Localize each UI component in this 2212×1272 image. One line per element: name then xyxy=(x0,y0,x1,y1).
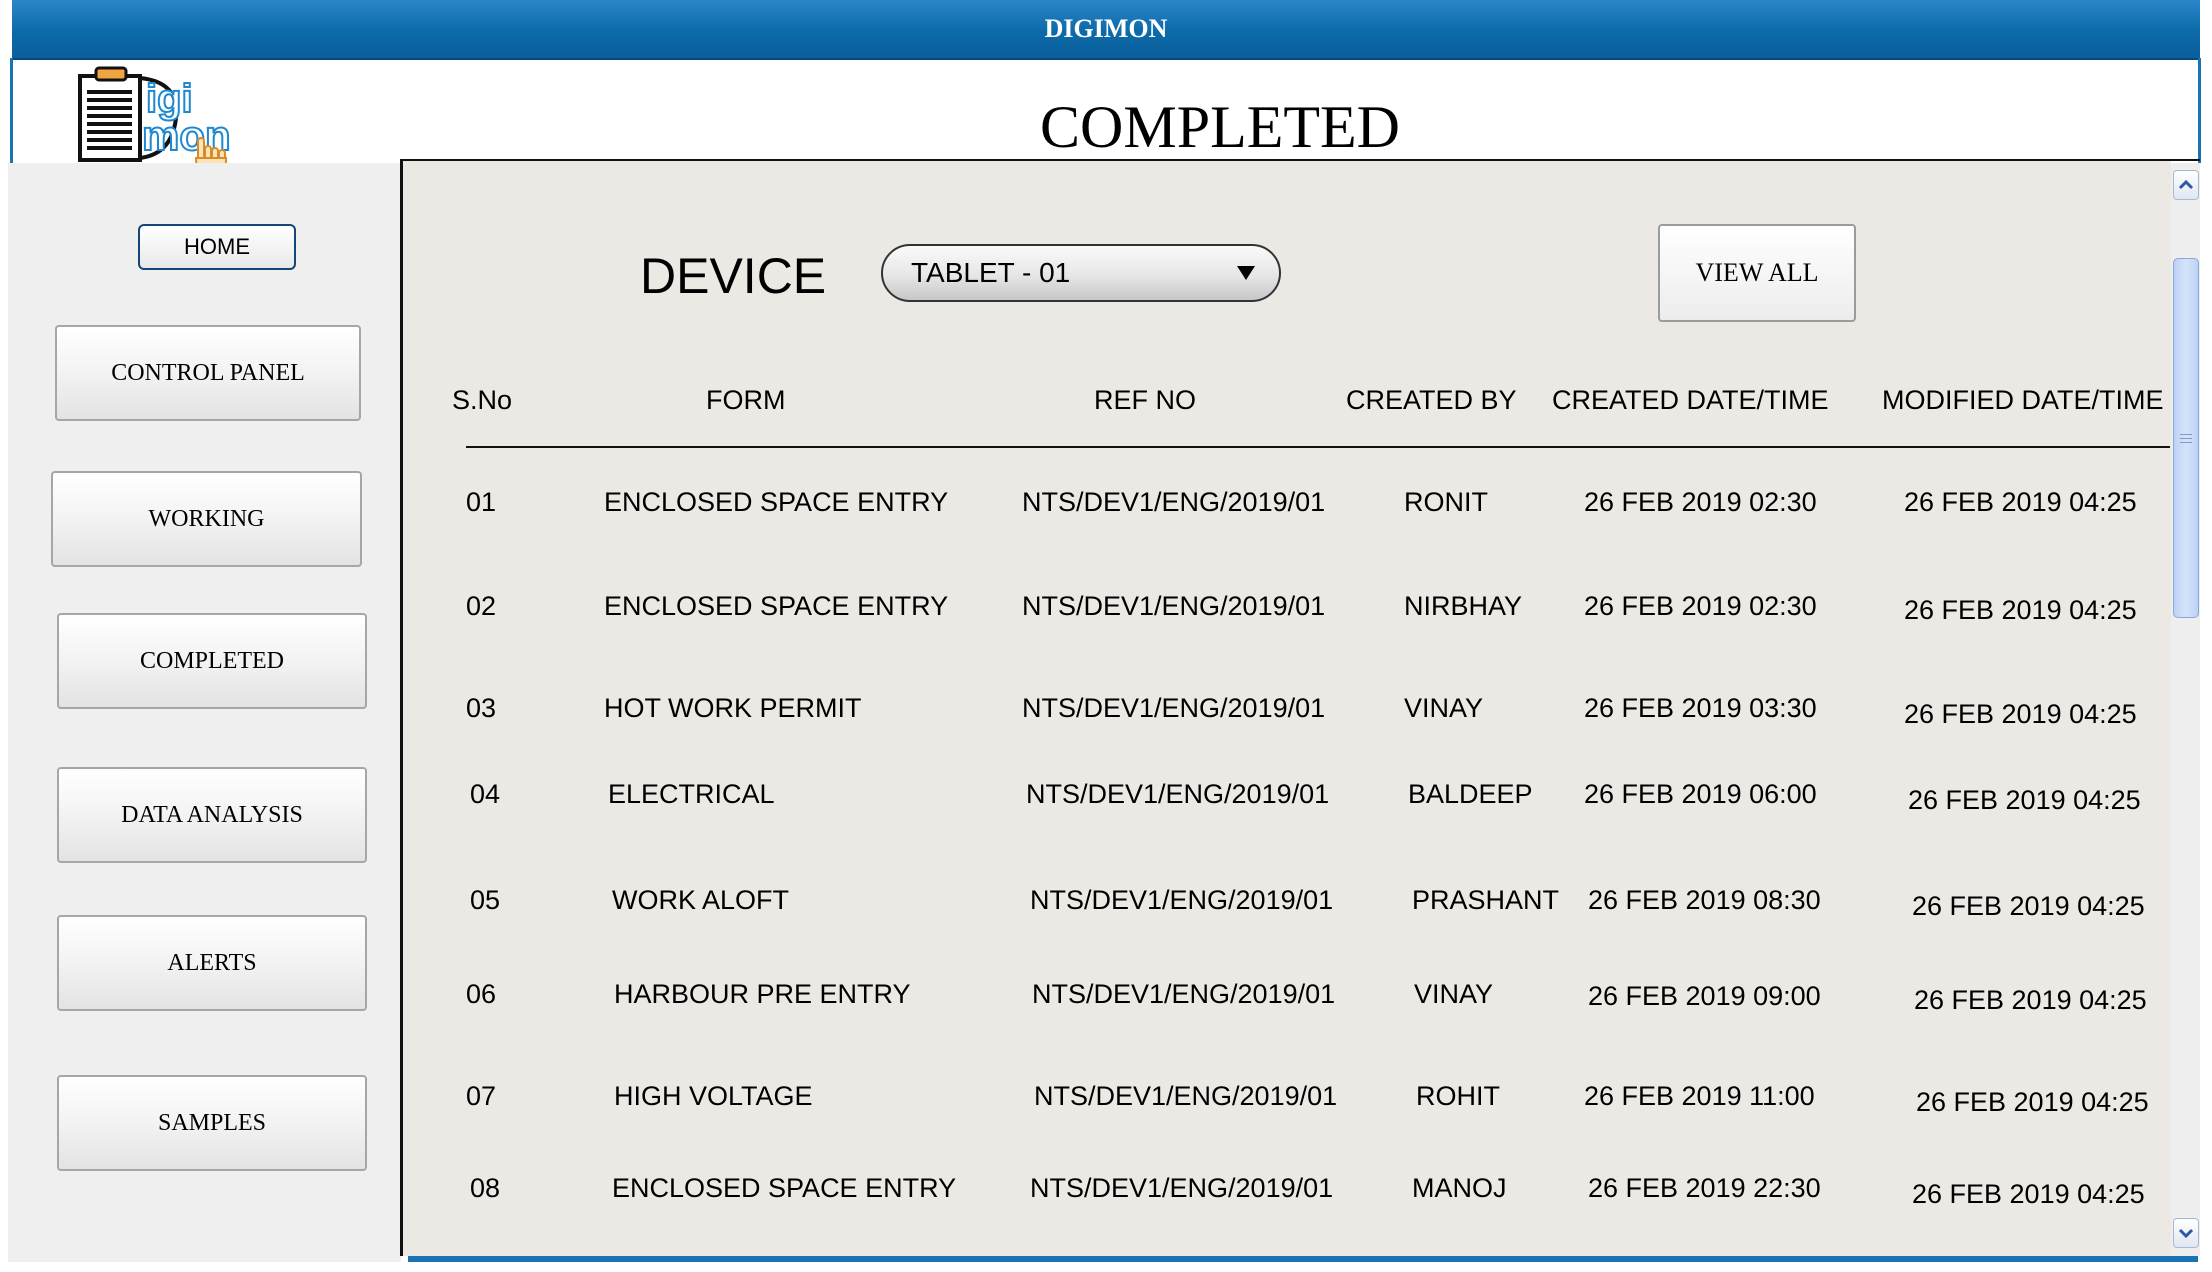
cell-modified-date: 26 FEB 2019 04:25 xyxy=(1912,891,2145,921)
cell-created-by: MANOJ xyxy=(1412,1173,1507,1203)
scrollbar-grip xyxy=(2180,438,2192,439)
cell-created-date: 26 FEB 2019 06:00 xyxy=(1584,779,1817,809)
header-divider xyxy=(466,446,2170,448)
cell-ref-no: NTS/DEV1/ENG/2019/01 xyxy=(1034,1081,1338,1111)
cell-sno: 05 xyxy=(470,885,501,915)
cell-created-date: 26 FEB 2019 22:30 xyxy=(1588,1173,1821,1203)
sidebar-item-control-panel[interactable]: CONTROL PANEL xyxy=(55,325,361,421)
cell-form: HARBOUR PRE ENTRY xyxy=(614,979,911,1009)
cell-created-by: RONIT xyxy=(1404,487,1488,517)
device-label: DEVICE xyxy=(640,248,827,304)
cell-created-date: 26 FEB 2019 02:30 xyxy=(1584,487,1817,517)
cell-sno: 03 xyxy=(466,693,497,723)
column-header-sno: S.No xyxy=(452,385,513,415)
view-all-button[interactable]: VIEW ALL xyxy=(1658,224,1856,322)
cell-created-by: ROHIT xyxy=(1416,1081,1500,1111)
cell-created-date: 26 FEB 2019 11:00 xyxy=(1584,1081,1815,1111)
sidebar-item-completed[interactable]: COMPLETED xyxy=(57,613,367,709)
column-header-modified-date: MODIFIED DATE/TIME xyxy=(1882,385,2164,415)
cell-created-date: 26 FEB 2019 02:30 xyxy=(1584,591,1817,621)
cell-ref-no: NTS/DEV1/ENG/2019/01 xyxy=(1030,885,1334,915)
caret-down-icon xyxy=(1237,266,1255,280)
cell-modified-date: 26 FEB 2019 04:25 xyxy=(1904,487,2137,517)
cell-modified-date: 26 FEB 2019 04:25 xyxy=(1914,985,2147,1015)
home-button[interactable]: HOME xyxy=(138,224,296,270)
scroll-up-button[interactable] xyxy=(2173,170,2199,200)
device-dropdown[interactable]: TABLET - 01 xyxy=(881,244,1281,302)
cell-ref-no: NTS/DEV1/ENG/2019/01 xyxy=(1022,487,1326,517)
cell-modified-date: 26 FEB 2019 04:25 xyxy=(1908,785,2141,815)
cell-created-date: 26 FEB 2019 08:30 xyxy=(1588,885,1821,915)
cell-sno: 08 xyxy=(470,1173,501,1203)
cell-created-by: VINAY xyxy=(1414,979,1494,1009)
cell-form: HIGH VOLTAGE xyxy=(614,1081,813,1111)
cell-ref-no: NTS/DEV1/ENG/2019/01 xyxy=(1030,1173,1334,1203)
chevron-down-icon xyxy=(2178,1228,2194,1239)
cell-ref-no: NTS/DEV1/ENG/2019/01 xyxy=(1022,591,1326,621)
cell-modified-date: 26 FEB 2019 04:25 xyxy=(1916,1087,2149,1117)
cell-modified-date: 26 FEB 2019 04:25 xyxy=(1912,1179,2145,1209)
cell-sno: 06 xyxy=(466,979,497,1009)
column-header-ref-no: REF NO xyxy=(1094,385,1197,415)
cell-form: ELECTRICAL xyxy=(608,779,775,809)
main-panel-bottom-bar xyxy=(408,1256,2198,1262)
chevron-up-icon xyxy=(2178,179,2194,190)
page-title: COMPLETED xyxy=(1040,94,1400,160)
cell-created-by: BALDEEP xyxy=(1408,779,1533,809)
cell-form: ENCLOSED SPACE ENTRY xyxy=(612,1173,957,1203)
scrollbar-grip xyxy=(2180,434,2192,435)
cell-created-date: 26 FEB 2019 09:00 xyxy=(1588,981,1821,1011)
scroll-down-button[interactable] xyxy=(2173,1218,2199,1248)
main-panel-top-border xyxy=(400,159,2200,161)
cell-sno: 04 xyxy=(470,779,501,809)
cell-sno: 01 xyxy=(466,487,497,517)
device-dropdown-value: TABLET - 01 xyxy=(911,257,1071,288)
column-header-created-date: CREATED DATE/TIME xyxy=(1552,385,1829,415)
cell-modified-date: 26 FEB 2019 04:25 xyxy=(1904,595,2137,625)
sidebar-item-data-analysis[interactable]: DATA ANALYSIS xyxy=(57,767,367,863)
cell-form: HOT WORK PERMIT xyxy=(604,693,862,723)
window-edge-right xyxy=(2198,58,2201,163)
cell-ref-no: NTS/DEV1/ENG/2019/01 xyxy=(1032,979,1336,1009)
cell-form: WORK ALOFT xyxy=(612,885,790,915)
main-panel-left-border xyxy=(400,161,403,1256)
column-header-created-by: CREATED BY xyxy=(1346,385,1517,415)
column-header-form: FORM xyxy=(706,385,786,415)
app-title: DIGIMON xyxy=(1044,14,1168,43)
cell-sno: 07 xyxy=(466,1081,497,1111)
cell-sno: 02 xyxy=(466,591,497,621)
cell-form: ENCLOSED SPACE ENTRY xyxy=(604,487,949,517)
cell-created-date: 26 FEB 2019 03:30 xyxy=(1584,693,1817,723)
sidebar-item-samples[interactable]: SAMPLES xyxy=(57,1075,367,1171)
sidebar-item-working[interactable]: WORKING xyxy=(51,471,362,567)
cell-ref-no: NTS/DEV1/ENG/2019/01 xyxy=(1026,779,1330,809)
app-title-bar: DIGIMON xyxy=(12,0,2200,60)
cell-modified-date: 26 FEB 2019 04:25 xyxy=(1904,699,2137,729)
cell-created-by: VINAY xyxy=(1404,693,1484,723)
cell-ref-no: NTS/DEV1/ENG/2019/01 xyxy=(1022,693,1326,723)
cell-created-by: NIRBHAY xyxy=(1404,591,1523,621)
window-edge-left xyxy=(10,58,13,163)
sidebar-item-alerts[interactable]: ALERTS xyxy=(57,915,367,1011)
cell-created-by: PRASHANT xyxy=(1412,885,1560,915)
scrollbar-grip xyxy=(2180,442,2192,443)
cell-form: ENCLOSED SPACE ENTRY xyxy=(604,591,949,621)
